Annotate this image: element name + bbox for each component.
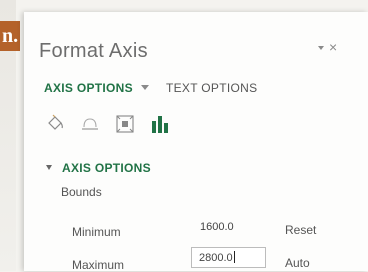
maximum-label: Maximum [72,258,125,272]
pane-title: Format Axis [39,40,148,62]
collapse-arrow-icon[interactable] [46,165,52,170]
close-icon[interactable]: × [329,39,337,55]
chevron-down-icon[interactable] [140,85,149,90]
tab-axis-options[interactable]: AXIS OPTIONS [44,81,149,95]
size-properties-icon[interactable] [113,113,137,135]
section-title-axis-options[interactable]: AXIS OPTIONS [62,161,151,175]
task-pane-options-icon[interactable] [318,46,324,50]
format-axis-pane: Format Axis × AXIS OPTIONS TEXT OPTIONS … [24,12,368,272]
maximum-auto-button[interactable]: Auto [285,256,310,270]
bounds-label: Bounds [61,185,102,199]
axis-options-icon[interactable] [148,113,172,135]
minimum-label: Minimum [72,225,121,239]
minimum-field[interactable]: 1600.0 [200,221,234,233]
maximum-field[interactable]: 2800.0 [191,247,266,268]
fill-line-icon[interactable] [44,113,68,135]
maximum-field-value: 2800.0 [199,252,233,264]
tab-axis-options-label: AXIS OPTIONS [44,81,133,95]
tab-text-options[interactable]: TEXT OPTIONS [166,81,257,95]
document-text-fragment: n. [0,21,20,51]
maximum-field-text: 2800.0 [199,251,235,264]
text-cursor [233,251,235,263]
minimum-reset-button[interactable]: Reset [285,223,316,237]
effects-icon[interactable] [78,113,102,135]
